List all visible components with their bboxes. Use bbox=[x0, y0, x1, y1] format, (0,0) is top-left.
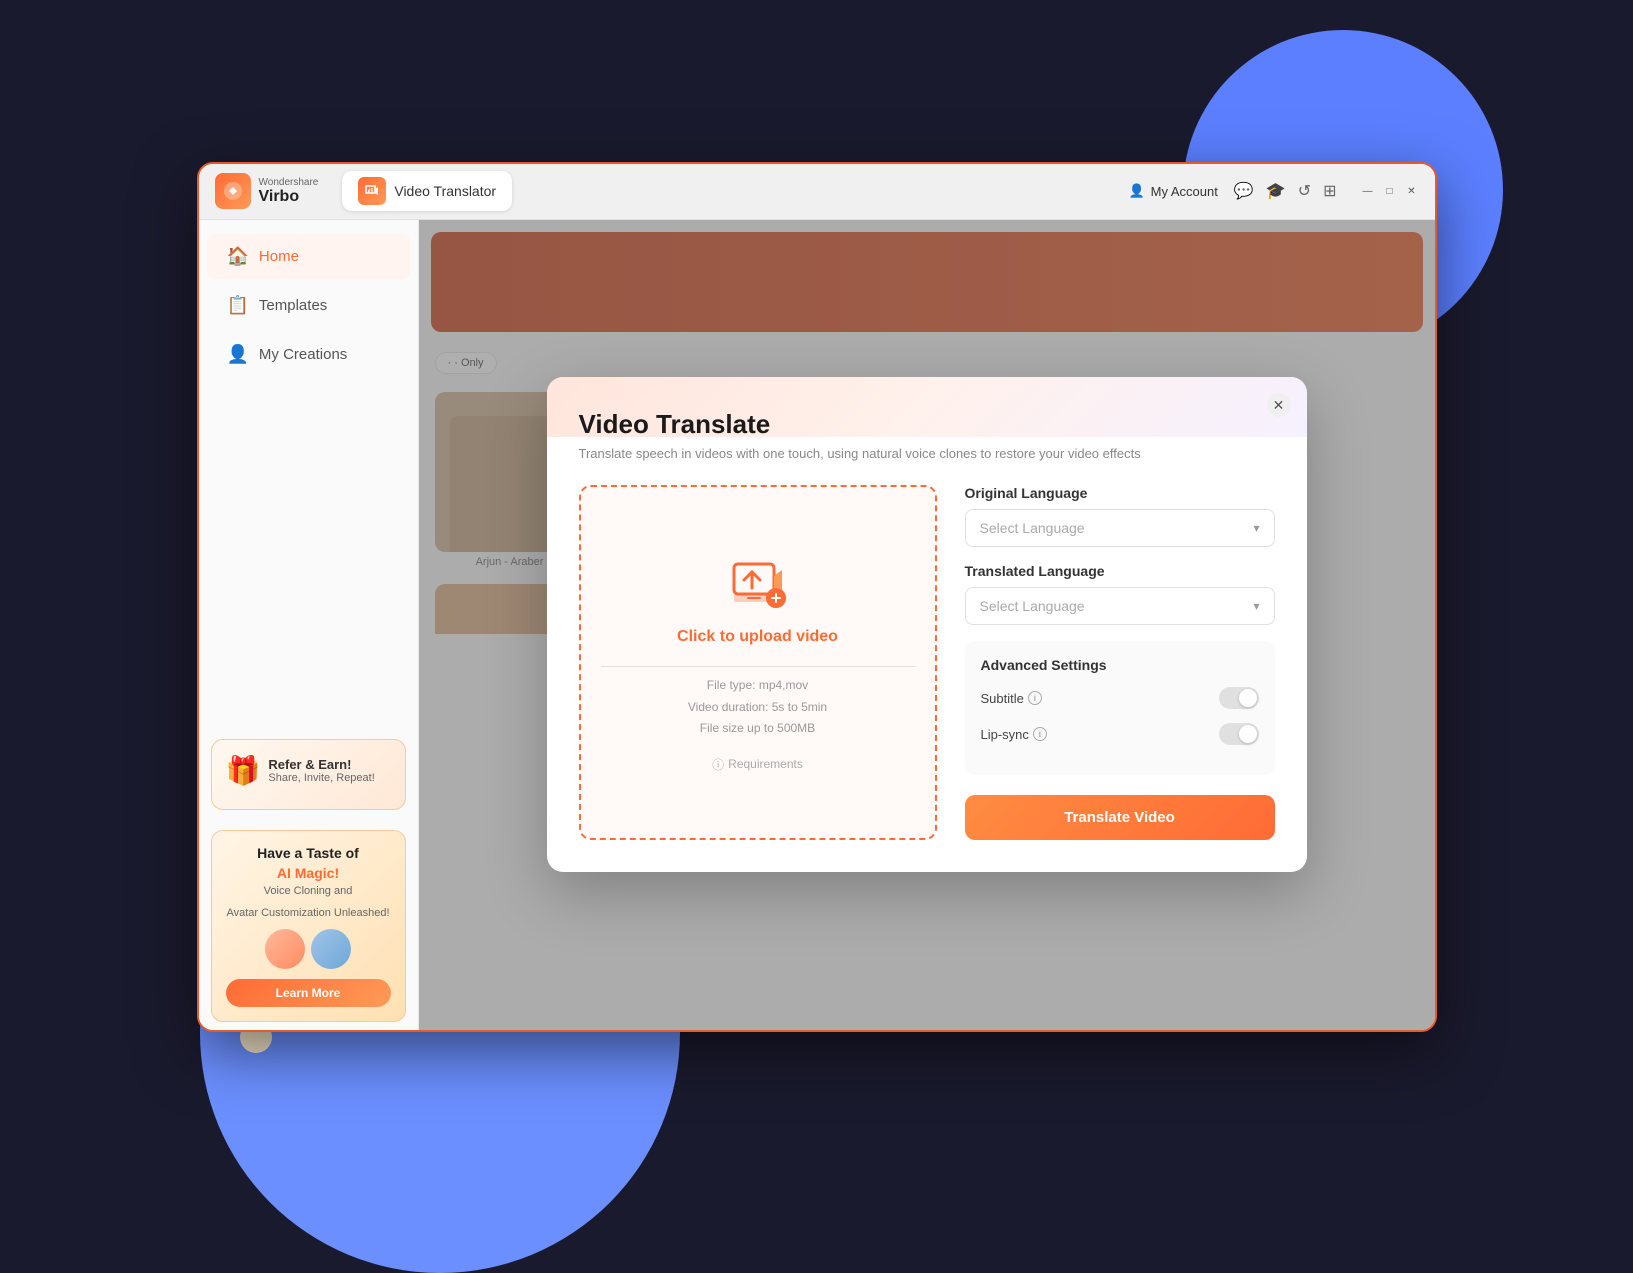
main-content: · · Only Arjun - Araber Gabriel-B bbox=[419, 220, 1435, 1030]
sidebar-home-label: Home bbox=[259, 248, 299, 265]
original-language-select[interactable]: Select Language ▾ bbox=[965, 509, 1275, 547]
learn-more-button[interactable]: Learn More bbox=[226, 979, 391, 1007]
settings-panel: Original Language Select Language ▾ Tran… bbox=[965, 485, 1275, 840]
bell-icon[interactable]: 🎓 bbox=[1266, 181, 1286, 201]
video-translator-tab[interactable]: Video Translator bbox=[342, 171, 512, 211]
promo-avatar-2 bbox=[311, 929, 351, 969]
toggle-knob bbox=[1239, 689, 1257, 707]
lipsync-setting-row: Lip-sync i bbox=[981, 723, 1259, 745]
gift-icon: 🎁 bbox=[226, 754, 261, 787]
advanced-settings: Advanced Settings Subtitle i bbox=[965, 641, 1275, 775]
account-icon: 👤 bbox=[1128, 183, 1144, 199]
modal-header: Video Translate Translate speech in vide… bbox=[579, 409, 1275, 461]
refresh-icon[interactable]: ↺ bbox=[1298, 181, 1311, 201]
upload-icon bbox=[726, 552, 790, 616]
refer-header: 🎁 Refer & Earn! Share, Invite, Repeat! bbox=[226, 754, 391, 787]
maximize-button[interactable]: □ bbox=[1383, 184, 1397, 198]
logo-icon bbox=[215, 173, 251, 209]
sidebar-item-home[interactable]: 🏠 Home bbox=[207, 234, 410, 279]
refer-title: Refer & Earn! bbox=[268, 757, 374, 772]
sidebar: 🏠 Home 📋 Templates 👤 My Creations 🎁 Refe… bbox=[199, 220, 419, 1030]
modal-overlay: ✕ Video Translate Translate speech in vi… bbox=[419, 220, 1435, 1030]
templates-icon: 📋 bbox=[227, 295, 249, 316]
refer-sub: Share, Invite, Repeat! bbox=[268, 772, 374, 784]
modal-subtitle: Translate speech in videos with one touc… bbox=[579, 446, 1275, 461]
chevron-down-icon-2: ▾ bbox=[1253, 599, 1259, 613]
upload-requirements[interactable]: ⓘ Requirements bbox=[712, 756, 803, 773]
sidebar-templates-label: Templates bbox=[259, 297, 327, 314]
tab-icon bbox=[358, 177, 386, 205]
promo-images bbox=[226, 929, 391, 969]
titlebar-icons: 💬 🎓 ↺ ⊞ bbox=[1234, 181, 1337, 201]
tab-area: Video Translator bbox=[342, 171, 512, 211]
logo-area: Wondershare Virbo bbox=[215, 173, 319, 209]
minimize-button[interactable]: — bbox=[1361, 184, 1375, 198]
subtitle-toggle[interactable] bbox=[1219, 687, 1259, 709]
grid-icon[interactable]: ⊞ bbox=[1323, 181, 1336, 201]
requirements-icon: ⓘ bbox=[712, 756, 724, 773]
account-label: My Account bbox=[1151, 184, 1218, 199]
upload-divider bbox=[601, 666, 915, 667]
original-language-placeholder: Select Language bbox=[980, 520, 1085, 536]
subtitle-setting-row: Subtitle i bbox=[981, 687, 1259, 709]
upload-file-type: File type: mp4,mov Video duration: 5s to… bbox=[688, 675, 827, 740]
app-body: 🏠 Home 📋 Templates 👤 My Creations 🎁 Refe… bbox=[199, 220, 1435, 1030]
chevron-down-icon: ▾ bbox=[1253, 521, 1259, 535]
requirements-label: Requirements bbox=[728, 757, 803, 771]
lipsync-toggle-knob bbox=[1239, 725, 1257, 743]
promo-desc2: Avatar Customization Unleashed! bbox=[226, 907, 391, 919]
sidebar-item-my-creations[interactable]: 👤 My Creations bbox=[207, 332, 410, 377]
refer-banner: 🎁 Refer & Earn! Share, Invite, Repeat! bbox=[211, 739, 406, 810]
modal-body: Click to upload video File type: mp4,mov… bbox=[579, 485, 1275, 840]
brand-name: Wondershare bbox=[259, 177, 319, 188]
original-language-label: Original Language bbox=[965, 485, 1275, 501]
modal-title: Video Translate bbox=[579, 409, 1275, 440]
lipsync-info-icon[interactable]: i bbox=[1033, 727, 1047, 741]
window-controls: — □ ✕ bbox=[1361, 184, 1419, 198]
promo-banner: Have a Taste of AI Magic! Voice Cloning … bbox=[211, 830, 406, 1022]
subtitle-label: Subtitle i bbox=[981, 691, 1042, 706]
upload-area[interactable]: Click to upload video File type: mp4,mov… bbox=[579, 485, 937, 840]
chat-icon[interactable]: 💬 bbox=[1234, 181, 1254, 201]
translated-language-select[interactable]: Select Language ▾ bbox=[965, 587, 1275, 625]
app-name: Virbo bbox=[259, 188, 319, 206]
promo-desc1: Voice Cloning and bbox=[226, 885, 391, 897]
account-button[interactable]: 👤 My Account bbox=[1128, 183, 1217, 199]
promo-highlight: AI Magic! bbox=[226, 865, 391, 881]
video-translate-modal: ✕ Video Translate Translate speech in vi… bbox=[547, 377, 1307, 872]
translate-video-button[interactable]: Translate Video bbox=[965, 795, 1275, 840]
sidebar-creations-label: My Creations bbox=[259, 346, 347, 363]
home-icon: 🏠 bbox=[227, 246, 249, 267]
subtitle-info-icon[interactable]: i bbox=[1028, 691, 1042, 705]
lipsync-label: Lip-sync i bbox=[981, 727, 1047, 742]
title-bar: Wondershare Virbo Video Translator bbox=[199, 164, 1435, 220]
sidebar-item-templates[interactable]: 📋 Templates bbox=[207, 283, 410, 328]
promo-avatar-1 bbox=[265, 929, 305, 969]
tab-label: Video Translator bbox=[394, 183, 496, 199]
translated-language-label: Translated Language bbox=[965, 563, 1275, 579]
advanced-settings-title: Advanced Settings bbox=[981, 657, 1259, 673]
translated-language-placeholder: Select Language bbox=[980, 598, 1085, 614]
titlebar-right: 👤 My Account 💬 🎓 ↺ ⊞ — □ ✕ bbox=[1128, 181, 1418, 201]
close-button[interactable]: ✕ bbox=[1405, 184, 1419, 198]
promo-title: Have a Taste of bbox=[226, 845, 391, 861]
my-creations-icon: 👤 bbox=[227, 344, 249, 365]
upload-cta-text: Click to upload video bbox=[677, 628, 838, 646]
app-window: Wondershare Virbo Video Translator bbox=[197, 162, 1437, 1032]
lipsync-toggle[interactable] bbox=[1219, 723, 1259, 745]
logo-text: Wondershare Virbo bbox=[259, 177, 319, 206]
